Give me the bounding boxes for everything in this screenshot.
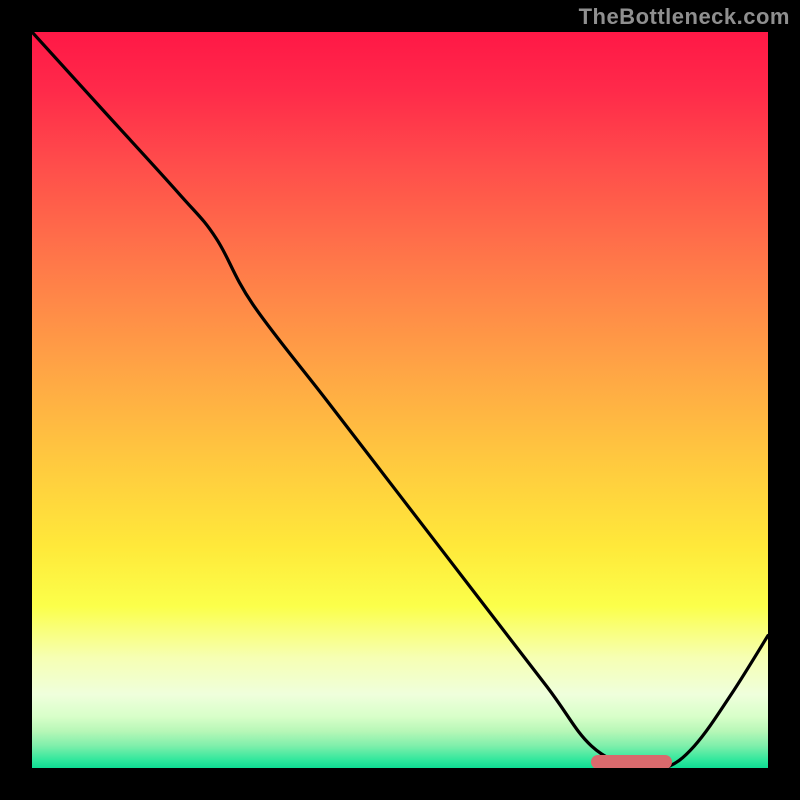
- chart-frame: TheBottleneck.com: [0, 0, 800, 800]
- bottleneck-curve: [32, 32, 768, 768]
- curve-svg: [32, 32, 768, 768]
- site-watermark: TheBottleneck.com: [579, 4, 790, 30]
- plot-area: [32, 32, 768, 768]
- optimal-range-marker: [591, 755, 672, 768]
